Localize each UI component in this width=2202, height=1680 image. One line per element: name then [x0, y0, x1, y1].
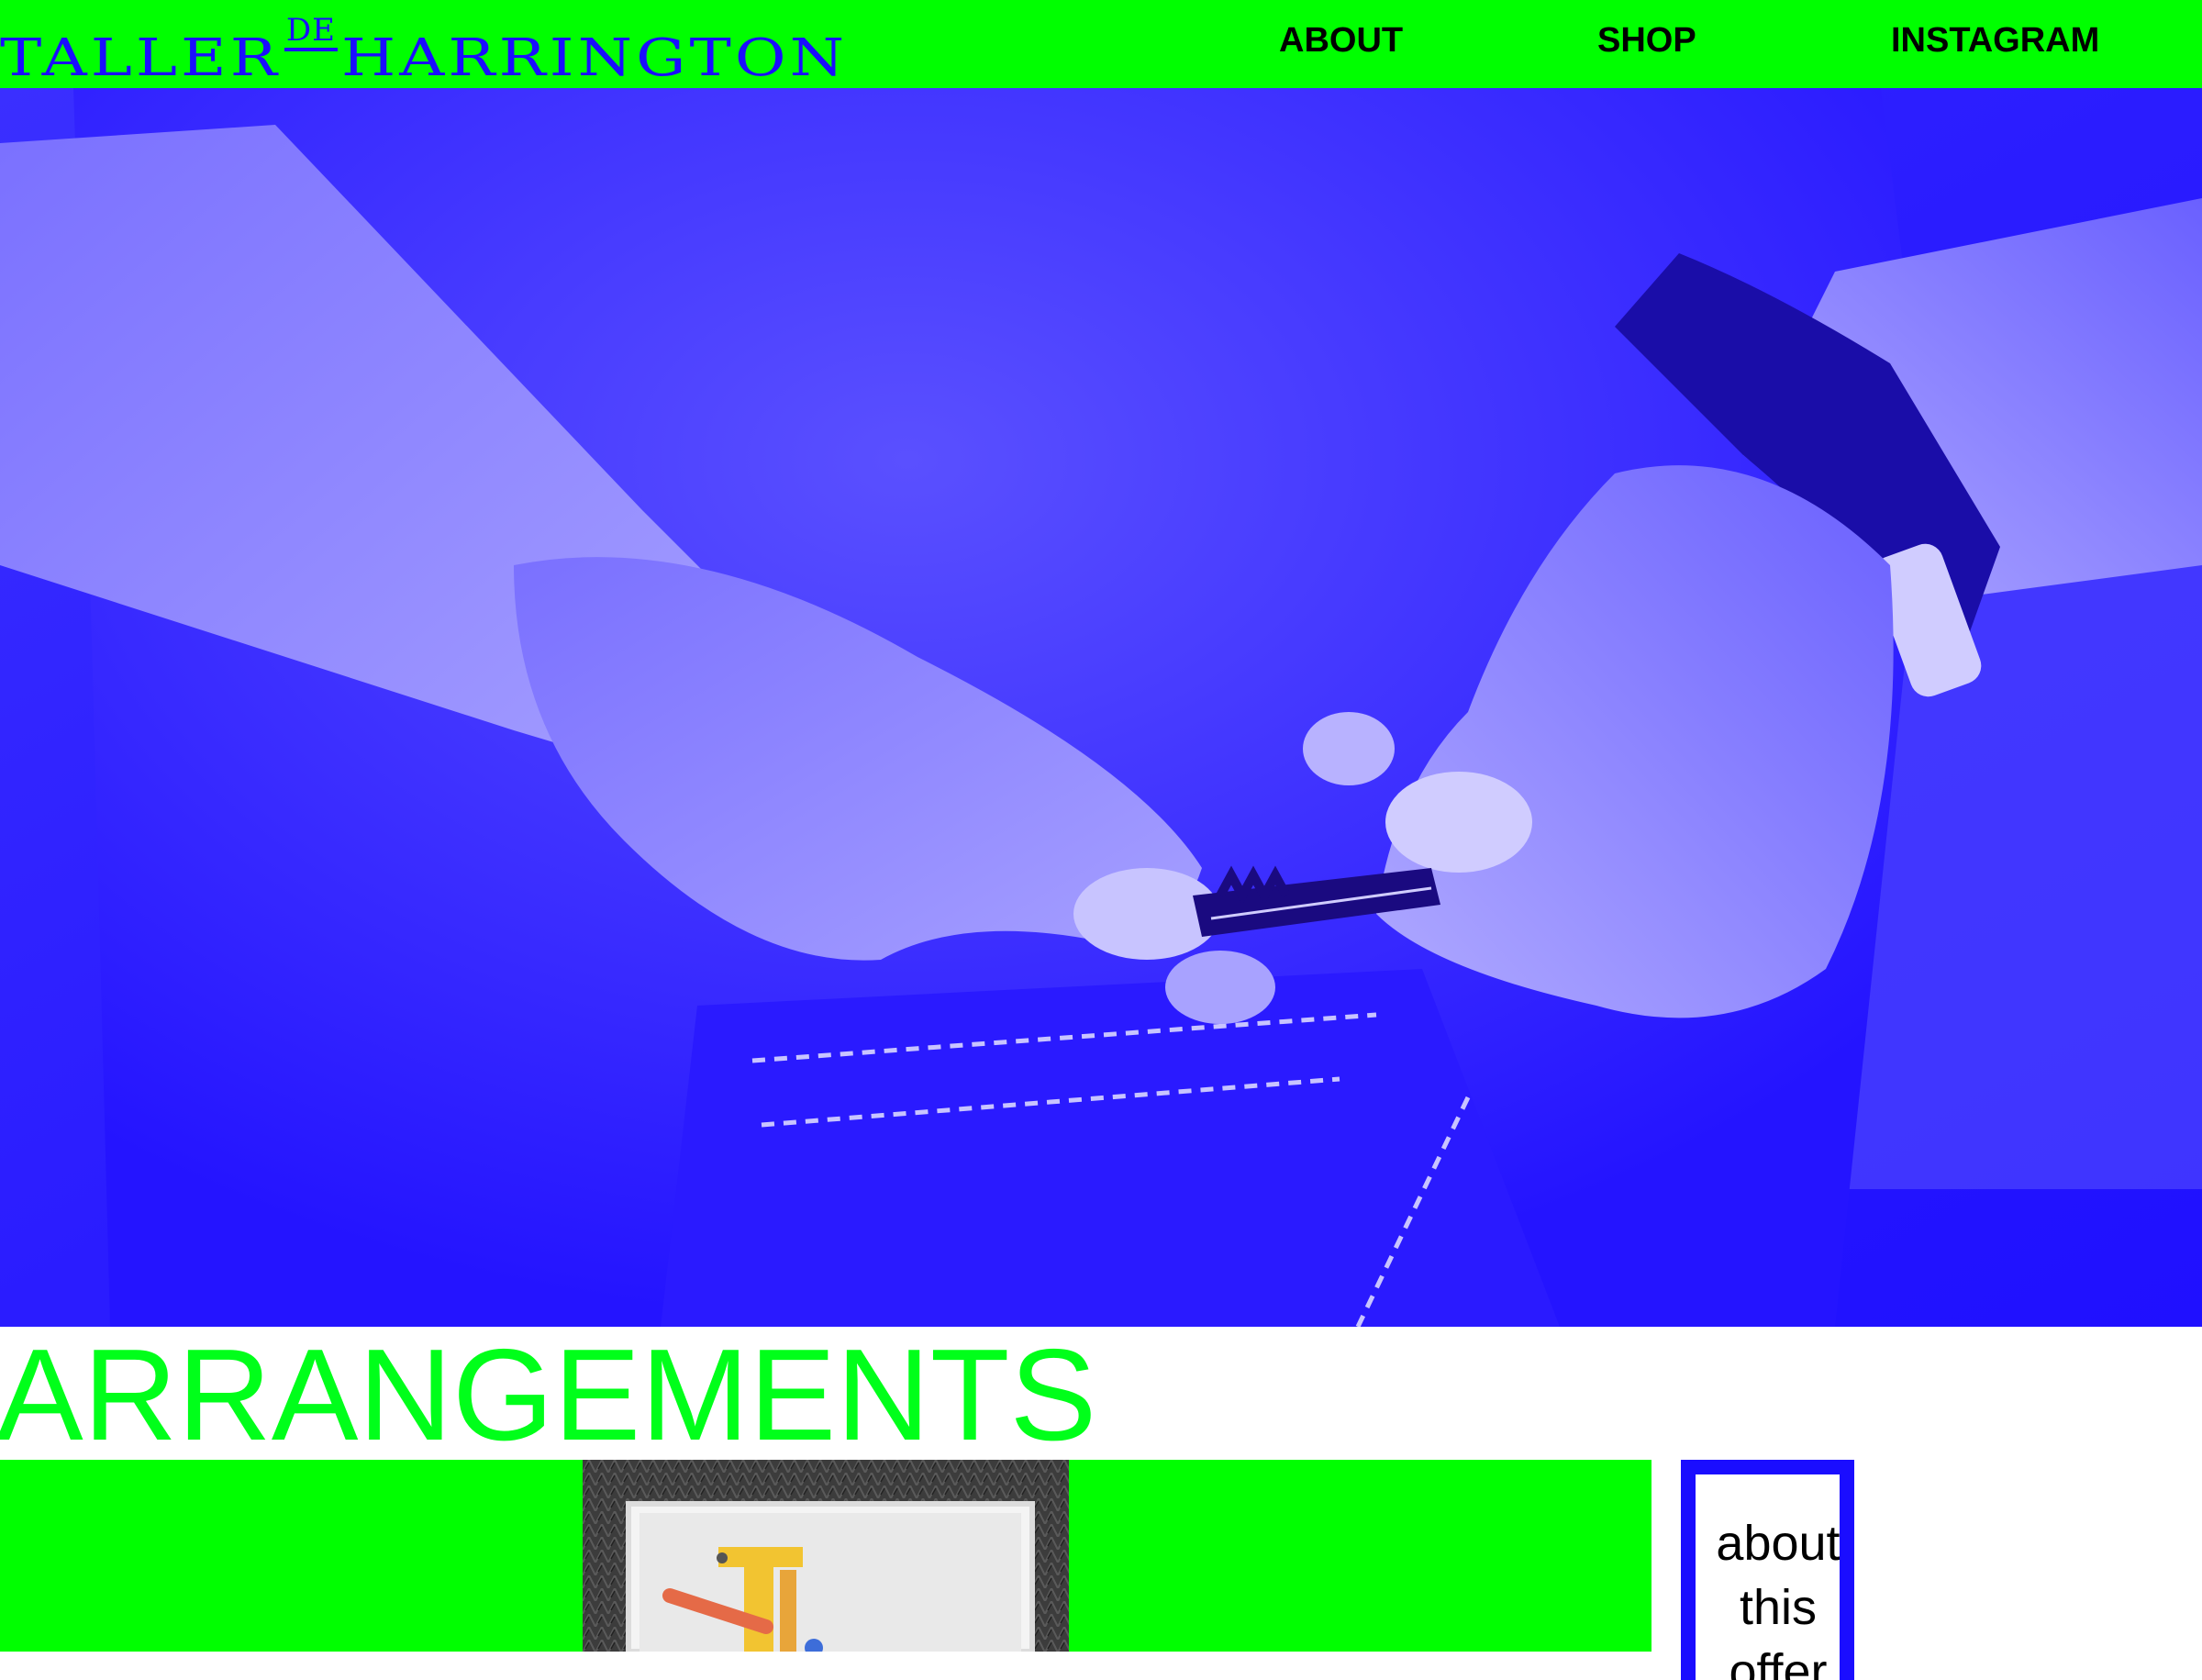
about-offer-text: about this offer	[1716, 1516, 1841, 1680]
framed-artwork-photo	[583, 1460, 1069, 1652]
product-thumbnail[interactable]	[583, 1460, 1069, 1652]
top-navigation-bar: TALLER DE HARRINGTON ABOUT SHOP INSTAGRA…	[0, 0, 2202, 88]
brand-name-harrington: HARRINGTON	[341, 28, 849, 89]
hero-image	[0, 88, 2202, 1327]
brand-name-taller: TALLER	[0, 28, 281, 89]
section-title-arrangements: ARRANGEMENTS	[0, 1322, 1097, 1468]
hero-photo-hands-key	[0, 88, 2202, 1327]
about-offer-box[interactable]: about this offer	[1681, 1460, 1854, 1680]
product-card[interactable]	[0, 1460, 1652, 1652]
brand-logo[interactable]: TALLER DE HARRINGTON	[0, 4, 848, 84]
nav-link-shop[interactable]: SHOP	[1597, 20, 1696, 61]
nav-link-about[interactable]: ABOUT	[1279, 20, 1403, 61]
brand-name-de: DE	[284, 15, 338, 51]
nav-link-instagram[interactable]: INSTAGRAM	[1891, 20, 2099, 61]
